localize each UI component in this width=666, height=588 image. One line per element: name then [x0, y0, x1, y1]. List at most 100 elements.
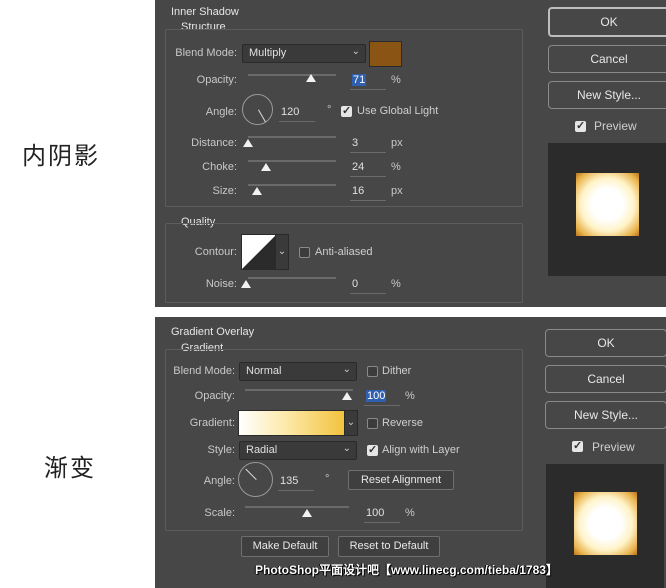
blend-mode-select[interactable]: Multiply ⌄ — [242, 44, 366, 63]
angle-label: Angle: — [205, 106, 237, 118]
new-style-button[interactable]: New Style... — [548, 81, 666, 109]
shadow-color-swatch[interactable] — [369, 41, 402, 67]
make-default-button[interactable]: Make Default — [241, 536, 329, 557]
cancel-button[interactable]: Cancel — [548, 45, 666, 73]
preview-swatch — [576, 173, 639, 236]
go-angle-label: Angle: — [203, 475, 235, 487]
go-opacity-slider-thumb[interactable] — [342, 392, 352, 400]
chevron-down-icon: ⌄ — [342, 443, 351, 454]
reset-to-default-button[interactable]: Reset to Default — [338, 536, 440, 557]
angle-underline — [279, 121, 315, 122]
align-with-layer-label: Align with Layer — [382, 444, 460, 456]
anti-aliased-checkbox[interactable] — [299, 247, 310, 258]
chevron-down-icon: ⌄ — [342, 364, 351, 375]
go-preview-checkbox[interactable] — [572, 439, 583, 452]
distance-slider-track[interactable] — [248, 136, 336, 138]
contour-label: Contour: — [194, 246, 237, 258]
go-preview-thumbnail — [546, 464, 664, 588]
go-ok-button[interactable]: OK — [545, 329, 666, 357]
go-opacity-label: Opacity: — [194, 390, 235, 402]
noise-field[interactable]: 0 — [352, 278, 358, 290]
distance-field[interactable]: 3 — [352, 137, 358, 149]
distance-unit: px — [391, 137, 403, 149]
go-preview-label: Preview — [592, 440, 635, 454]
blend-mode-label: Blend Mode: — [175, 47, 237, 59]
go-opacity-slider-track[interactable] — [245, 389, 353, 391]
style-value: Radial — [246, 444, 278, 456]
go-new-style-button[interactable]: New Style... — [545, 401, 666, 429]
scale-slider-thumb[interactable] — [302, 509, 312, 517]
gradient-dropdown[interactable]: ⌄ — [344, 410, 358, 436]
preview-checkbox[interactable] — [575, 119, 586, 132]
contour-dropdown[interactable]: ⌄ — [275, 234, 289, 270]
anti-aliased-label: Anti-aliased — [315, 246, 373, 258]
noise-slider-thumb[interactable] — [241, 280, 251, 288]
chevron-down-icon: ⌄ — [351, 46, 360, 57]
ok-button[interactable]: OK — [548, 7, 666, 37]
angle-field[interactable]: 120 — [281, 106, 299, 118]
go-angle-dial-needle — [244, 468, 257, 480]
go-opacity-field[interactable]: 100 — [366, 390, 387, 402]
go-opacity-unit: % — [405, 390, 415, 402]
side-label-gradient: 渐变 — [44, 454, 96, 482]
angle-dial[interactable] — [242, 94, 273, 125]
contour-preview[interactable] — [241, 234, 277, 270]
go-angle-field[interactable]: 135 — [280, 475, 298, 487]
choke-label: Choke: — [202, 161, 237, 173]
opacity-underline — [350, 89, 386, 90]
gradient-overlay-panel: Gradient Overlay Gradient Blend Mode: No… — [155, 317, 666, 588]
dither-checkbox[interactable] — [367, 366, 378, 377]
size-slider-thumb[interactable] — [252, 187, 262, 195]
go-blend-mode-value: Normal — [246, 365, 282, 377]
distance-label: Distance: — [191, 137, 237, 149]
style-select[interactable]: Radial ⌄ — [239, 441, 357, 460]
angle-dial-needle — [257, 109, 266, 122]
opacity-unit: % — [391, 74, 401, 86]
align-with-layer-checkbox[interactable] — [367, 443, 378, 456]
size-field[interactable]: 16 — [352, 185, 364, 197]
scale-field[interactable]: 100 — [366, 507, 384, 519]
degree-symbol: ° — [327, 104, 332, 116]
scale-underline — [364, 522, 400, 523]
distance-slider-thumb[interactable] — [243, 139, 253, 147]
noise-unit: % — [391, 278, 401, 290]
chevron-down-icon: ⌄ — [346, 417, 356, 428]
go-blend-mode-label: Blend Mode: — [173, 365, 235, 377]
contour-curve-icon — [242, 235, 276, 269]
gradient-preview[interactable] — [238, 410, 346, 436]
dither-label: Dither — [382, 365, 412, 377]
go-angle-dial[interactable] — [238, 462, 273, 497]
opacity-label: Opacity: — [196, 74, 237, 86]
reverse-checkbox[interactable] — [367, 418, 378, 429]
use-global-light-checkbox[interactable] — [341, 104, 352, 117]
use-global-light-label: Use Global Light — [357, 105, 439, 117]
choke-underline — [350, 176, 386, 177]
go-degree-symbol: ° — [325, 473, 330, 485]
opacity-slider-thumb[interactable] — [306, 74, 316, 82]
opacity-field[interactable]: 71 — [352, 74, 367, 86]
scale-slider-track[interactable] — [245, 506, 349, 508]
reset-alignment-button[interactable]: Reset Alignment — [348, 470, 454, 490]
noise-underline — [350, 293, 386, 294]
go-opacity-value: 100 — [366, 390, 387, 402]
noise-slider-track[interactable] — [248, 277, 336, 279]
size-slider-track[interactable] — [248, 184, 336, 186]
gradient-label: Gradient: — [189, 417, 235, 429]
choke-slider-track[interactable] — [248, 160, 336, 162]
scale-label: Scale: — [204, 507, 235, 519]
reverse-label: Reverse — [382, 417, 423, 429]
side-label-inner-shadow: 内阴影 — [22, 142, 100, 170]
blend-mode-value: Multiply — [249, 47, 287, 59]
quality-group — [165, 223, 523, 303]
choke-slider-thumb[interactable] — [261, 163, 271, 171]
go-blend-mode-select[interactable]: Normal ⌄ — [239, 362, 357, 381]
distance-underline — [350, 152, 386, 153]
go-cancel-button[interactable]: Cancel — [545, 365, 666, 393]
opacity-value: 71 — [352, 74, 367, 86]
opacity-slider-track[interactable] — [248, 74, 336, 76]
go-angle-underline — [278, 490, 314, 491]
inner-shadow-panel: Inner Shadow Structure Blend Mode: Multi… — [155, 0, 666, 307]
go-preview-swatch — [574, 492, 637, 555]
choke-field[interactable]: 24 — [352, 161, 364, 173]
size-unit: px — [391, 185, 403, 197]
